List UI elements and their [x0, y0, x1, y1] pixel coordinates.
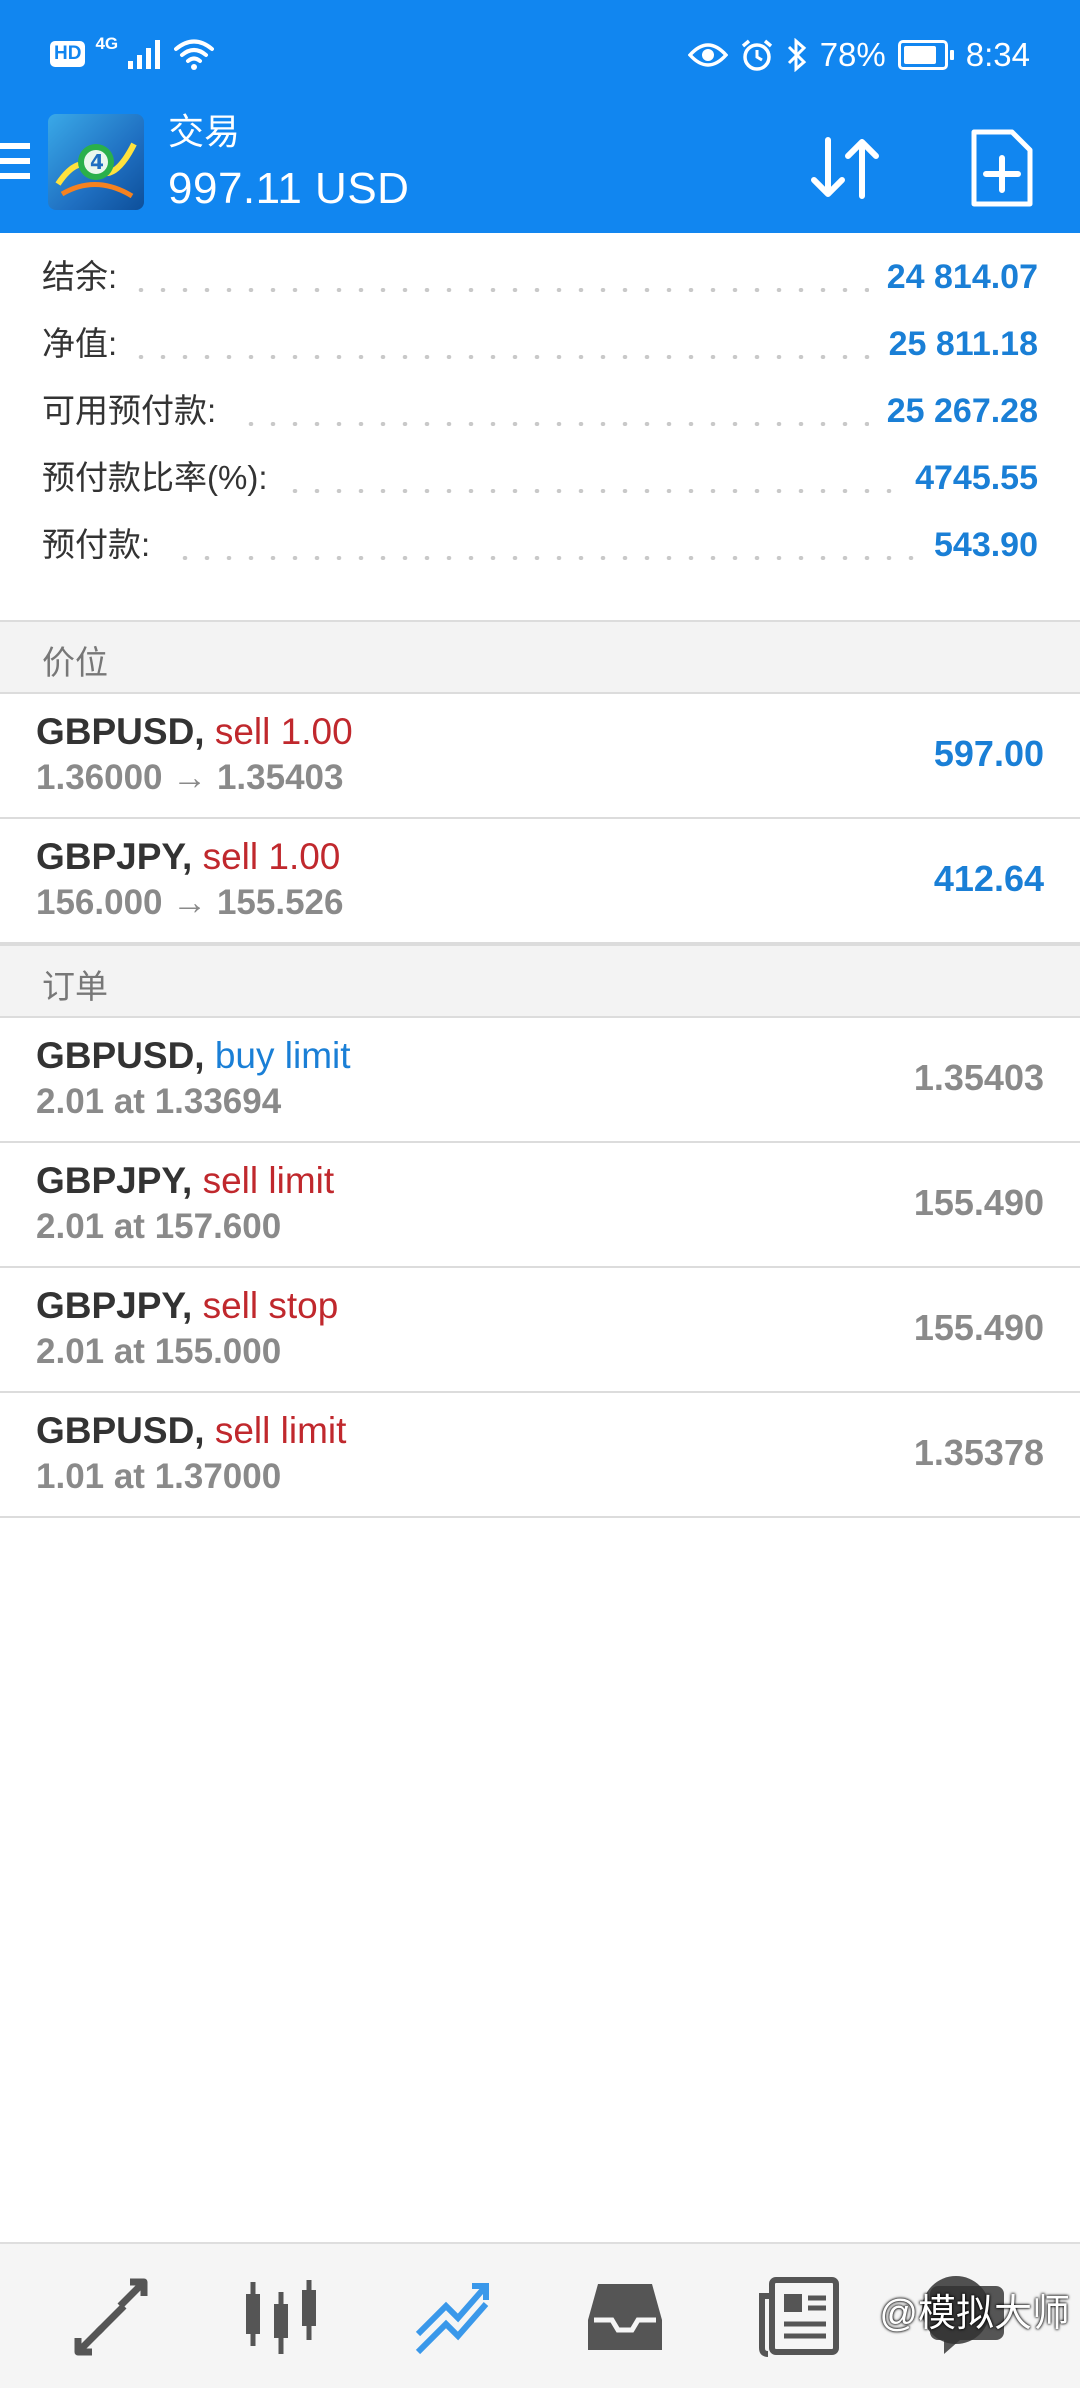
account-summary: 结余: 24 814.07 净值: 25 811.18 可用预付款: 25 26… — [0, 252, 1080, 587]
app-bar: 4 交易 997.11 USD — [0, 110, 1080, 233]
chart-icon[interactable] — [238, 2274, 324, 2360]
page-title: 交易 — [168, 111, 241, 152]
order-title: GBPUSD, sell limit — [36, 1409, 346, 1453]
position-symbol: GBPUSD, — [36, 711, 205, 752]
order-row[interactable]: GBPJPY, sell limit 2.01 at 157.600 155.4… — [0, 1143, 1080, 1268]
watermark: @模拟大师 — [879, 2293, 1070, 2335]
order-price: 155.490 — [913, 1182, 1044, 1223]
position-row[interactable]: GBPUSD, sell 1.00 1.36000 → 1.35403 597.… — [0, 694, 1080, 819]
svg-text:4: 4 — [90, 150, 104, 174]
order-price: 1.35403 — [913, 1057, 1044, 1098]
order-title: GBPUSD, buy limit — [36, 1034, 351, 1078]
metatrader-logo: 4 — [48, 114, 144, 210]
order-price: 1.35378 — [913, 1432, 1044, 1473]
quotes-icon[interactable] — [68, 2274, 154, 2360]
summary-label: 预付款比率(%): — [42, 453, 286, 503]
order-row[interactable]: GBPUSD, buy limit 2.01 at 1.33694 1.3540… — [0, 1018, 1080, 1143]
summary-label: 预付款: — [42, 520, 169, 570]
summary-value: 25 267.28 — [868, 386, 1038, 436]
summary-label: 可用预付款: — [42, 386, 235, 436]
position-row[interactable]: GBPJPY, sell 1.00 156.000 → 155.526 412.… — [0, 819, 1080, 944]
summary-row-free-margin: 可用预付款: 25 267.28 — [0, 386, 1080, 453]
alarm-icon — [741, 39, 772, 71]
order-type: sell limit — [202, 1160, 335, 1201]
position-title: GBPJPY, sell 1.00 — [36, 835, 340, 879]
news-icon[interactable] — [756, 2274, 842, 2360]
section-header-orders: 订单 — [0, 944, 1080, 1018]
summary-row-balance: 结余: 24 814.07 — [0, 252, 1080, 319]
position-prices: 156.000 → 155.526 — [36, 883, 344, 922]
summary-value: 24 814.07 — [868, 252, 1038, 302]
summary-value: 25 811.18 — [870, 319, 1038, 369]
order-type: sell stop — [202, 1285, 339, 1326]
menu-icon[interactable] — [0, 143, 30, 183]
hd-badge: HD — [50, 41, 86, 67]
summary-row-equity: 净值: 25 811.18 — [0, 319, 1080, 386]
summary-value: 4745.55 — [897, 453, 1038, 503]
position-title: GBPUSD, sell 1.00 — [36, 710, 353, 754]
position-type: sell 1.00 — [214, 711, 353, 752]
summary-label: 结余: — [42, 252, 136, 302]
order-symbol: GBPUSD, — [36, 1410, 205, 1451]
section-header-positions: 价位 — [0, 620, 1080, 694]
order-symbol: GBPUSD, — [36, 1035, 205, 1076]
status-left: HD 4G — [50, 34, 215, 70]
bluetooth-icon — [787, 38, 806, 72]
order-type: sell limit — [214, 1410, 347, 1451]
order-title: GBPJPY, sell limit — [36, 1159, 334, 1203]
network-type: 4G — [95, 34, 119, 53]
sort-icon[interactable] — [806, 128, 886, 208]
section-title: 价位 — [42, 644, 108, 681]
section-title: 订单 — [42, 968, 108, 1005]
battery-percent: 78% — [819, 36, 886, 73]
history-icon[interactable] — [582, 2274, 668, 2360]
header-balance: 997.11 USD — [168, 164, 410, 213]
position-prices: 1.36000 → 1.35403 — [36, 758, 344, 797]
order-row[interactable]: GBPUSD, sell limit 1.01 at 1.37000 1.353… — [0, 1393, 1080, 1518]
status-bar: HD 4G 78% 8:34 — [0, 0, 1080, 118]
position-symbol: GBPJPY, — [36, 836, 193, 877]
order-type: buy limit — [214, 1035, 351, 1076]
position-type: sell 1.00 — [202, 836, 341, 877]
battery-icon — [897, 40, 954, 70]
dotted-leader — [42, 556, 1038, 560]
summary-label: 净值: — [42, 319, 136, 369]
order-row[interactable]: GBPJPY, sell stop 2.01 at 155.000 155.49… — [0, 1268, 1080, 1393]
eye-icon — [687, 43, 728, 67]
order-symbol: GBPJPY, — [36, 1285, 193, 1326]
summary-row-margin-level: 预付款比率(%): 4745.55 — [0, 453, 1080, 520]
summary-row-margin: 预付款: 543.90 — [0, 520, 1080, 587]
order-detail: 1.01 at 1.37000 — [36, 1457, 282, 1496]
trade-icon[interactable] — [410, 2274, 496, 2360]
order-detail: 2.01 at 155.000 — [36, 1332, 282, 1371]
order-detail: 2.01 at 157.600 — [36, 1207, 282, 1246]
status-right: 78% 8:34 — [687, 36, 1030, 74]
clock: 8:34 — [965, 36, 1030, 73]
new-order-icon[interactable] — [970, 128, 1034, 208]
app-header: HD 4G 78% 8:34 4 交易 997.11 USD — [0, 0, 1080, 233]
order-title: GBPJPY, sell stop — [36, 1284, 338, 1328]
wifi-icon — [174, 39, 215, 70]
order-detail: 2.01 at 1.33694 — [36, 1082, 282, 1121]
order-price: 155.490 — [913, 1307, 1044, 1348]
position-profit: 412.64 — [933, 858, 1044, 899]
summary-value: 543.90 — [916, 520, 1038, 570]
position-profit: 597.00 — [933, 733, 1044, 774]
signal-icon — [128, 40, 161, 69]
order-symbol: GBPJPY, — [36, 1160, 193, 1201]
